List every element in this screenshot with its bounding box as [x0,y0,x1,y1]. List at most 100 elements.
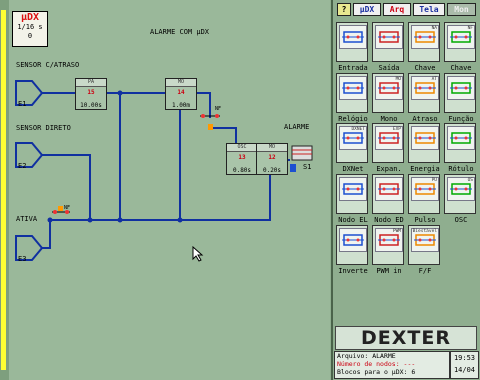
palette-label: Nodo ED [374,216,404,224]
palette-tag: Biestável [412,229,437,234]
block-mono-12[interactable]: MO 12 0.20s [256,143,288,175]
mono-icon: MO [375,76,403,100]
arquivo-value: ALARME [372,352,396,360]
palette-tag: OS [467,178,473,183]
pulse-icon: PU [411,177,439,201]
arq-button[interactable]: Arq [383,3,411,16]
block-head: PA [76,79,106,87]
block-head: MO [166,79,196,87]
clock-box: 19:53 14/04 [450,351,479,379]
block-number: 15 [87,89,95,96]
expansion-icon: EXP [375,126,403,150]
mon-button[interactable]: Mon [447,3,476,16]
block-head: OSC [227,144,257,152]
clock-date: 14/04 [453,366,476,374]
palette-output[interactable]: Saída [372,22,404,72]
palette-label: Rótulo [448,165,474,173]
palette-invert[interactable]: Inverte [336,225,368,275]
blocos-label: Blocos para o µDX: [337,368,408,376]
palette-delay[interactable]: AT Atraso [408,73,440,123]
block-value: 10.00s [80,102,102,109]
palette-label: F/F [418,267,432,275]
palette-node-el[interactable]: Nodo EL [336,174,368,224]
palette-tag: PU [431,178,437,183]
dxnet-icon: DXNET [339,126,367,150]
palette-switch-na[interactable]: NA Chave [408,22,440,72]
palette-input[interactable]: Entrada [336,22,368,72]
osc-icon: OS [447,177,475,201]
function-icon [447,76,475,100]
palette-label: Inverte [338,267,368,275]
palette-mono[interactable]: MO Mono [372,73,404,123]
palette-label: Entrada [338,64,368,72]
palette-label: Função [448,115,474,123]
pwm-icon: PWM [375,228,403,252]
switch-nf-icon: NF [447,25,475,49]
palette-flipflop[interactable]: Biestável F/F [408,225,440,275]
block-mono-14[interactable]: MO 14 1.00m [165,78,197,110]
palette-label: Nodo EL [338,216,368,224]
palette-tag: NF [467,26,473,31]
palette-expansion[interactable]: EXP Expan. [372,123,404,173]
palette-label: Saída [378,64,400,72]
block-number: 13 [238,154,246,161]
node-ed-icon [375,177,403,201]
udx-button[interactable]: µDX [353,3,381,16]
contact-nf-label: NF [215,106,222,112]
help-button[interactable]: ? [337,3,351,16]
output-icon [375,25,403,49]
palette-label: Chave [414,64,436,72]
block-osc-13[interactable]: OSC 13 0.80s [226,143,258,175]
palette-pwm[interactable]: PWM PWM in [372,225,404,275]
arquivo-label: Arquivo: [337,352,369,360]
output-s1-label: S1 [303,163,312,171]
palette-clock[interactable]: Relógio [336,73,368,123]
palette-osc[interactable]: OS OSC [444,174,476,224]
palette-tag: PWM [392,229,401,234]
block-delay-15[interactable]: PA 15 10.00s [75,78,107,110]
palette-label: DXNet [342,165,364,173]
block-number: 14 [177,89,185,96]
blocos-value: 6 [411,368,416,376]
flipflop-icon: Biestável [411,228,439,252]
input-icon [339,25,367,49]
palette-tag: MO [395,77,401,82]
palette-switch-nf[interactable]: NF Chave [444,22,476,72]
block-value: 0.80s [232,167,252,174]
palette-label: Pulso [414,216,436,224]
file-info-box: Arquivo: ALARME Número de nodos: --- Blo… [334,351,450,379]
palette-dxnet[interactable]: DXNET DXNet [336,123,368,173]
palette-label: Expan. [376,165,402,173]
nodos-value: --- [403,360,416,368]
input-e2-label: E2 [18,162,27,170]
palette-tag: AT [431,77,437,82]
nodos-label: Número de nodos: [337,360,400,368]
block-value: 0.20s [262,167,282,174]
palette-label[interactable]: Rótulo [444,123,476,173]
palette-function[interactable]: Função [444,73,476,123]
palette-tag: DXNET [351,127,365,132]
input-e1-label: E1 [18,100,27,108]
palette-pulse[interactable]: PU Pulso [408,174,440,224]
palette-tag: NA [431,26,437,31]
tela-button[interactable]: Tela [413,3,445,16]
node-el-icon [339,177,367,201]
palette-label: Relógio [338,115,368,123]
switch-na-icon: NA [411,25,439,49]
palette-label: PWM in [376,267,402,275]
block-number: 12 [268,154,276,161]
palette-label: Energia [410,165,440,173]
contact-nf-ativa-label: NF [64,205,71,211]
palette-tag: EXP [392,127,401,132]
dexter-logo: DEXTER [335,326,477,350]
palette-label: Mono [380,115,398,123]
palette-label: Atraso [412,115,438,123]
energy-icon [411,126,439,150]
palette-energy[interactable]: Energia [408,123,440,173]
mouse-cursor-icon [192,246,204,262]
clock-time: 19:53 [453,354,476,362]
palette-node-ed[interactable]: Nodo ED [372,174,404,224]
wiring-diagram [15,80,313,261]
palette-label: OSC [454,216,468,224]
delay-icon: AT [411,76,439,100]
